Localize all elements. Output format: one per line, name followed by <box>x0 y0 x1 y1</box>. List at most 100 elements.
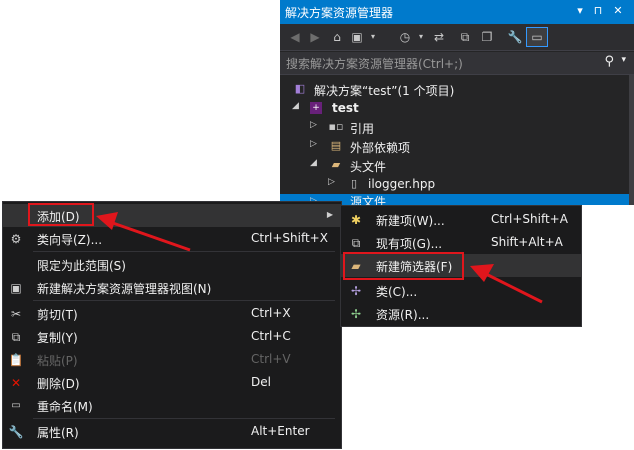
expand-arrow-icon[interactable]: ▷ <box>328 177 338 187</box>
filter-folder-icon: ▰ <box>331 158 341 171</box>
menu-item-label: 新建解决方案资源管理器视图(N) <box>37 282 212 296</box>
search-options-dropdown-icon[interactable]: ▾ <box>621 55 626 65</box>
tree-node-header-files[interactable]: ◢ ▰ 头文件 <box>280 156 629 175</box>
menu-item-label: 粘贴(P) <box>37 354 78 368</box>
filter-dropdown-icon[interactable]: ▾ <box>412 28 430 46</box>
menu-item-copy[interactable]: ⧉ 复制(Y) Ctrl+C <box>3 325 341 348</box>
submenu-item-resource[interactable]: ✢ 资源(R)... <box>341 302 581 325</box>
show-all-files-icon[interactable]: ❐ <box>478 28 496 46</box>
menu-item-scope-to-this[interactable]: 限定为此范围(S) <box>3 253 341 276</box>
wrench-icon: 🔧 <box>8 425 24 439</box>
menu-separator <box>33 251 335 252</box>
preview-selected-items-icon[interactable]: ▭ <box>526 27 548 47</box>
external-dependencies-icon: ▤ <box>330 139 342 152</box>
watermark: CSDN @爱听歌的周童鞋 <box>439 422 618 441</box>
tree-node-label: 源文件 <box>350 195 387 205</box>
collapse-arrow-icon[interactable]: ◢ <box>310 158 320 168</box>
submenu-item-label: 现有项(G)... <box>376 237 443 251</box>
menu-item-label: 删除(D) <box>37 377 80 391</box>
existing-item-icon: ⧉ <box>351 236 361 250</box>
menu-item-delete[interactable]: ✕ 删除(D) Del <box>3 371 341 394</box>
class-wizard-icon: ⚙ <box>10 232 22 246</box>
menu-separator <box>33 300 335 301</box>
menu-item-class-wizard[interactable]: ⚙ 类向导(Z)... Ctrl+Shift+X <box>3 227 341 250</box>
scissors-icon: ✂ <box>10 307 22 321</box>
back-icon[interactable]: ◀ <box>286 28 304 46</box>
solution-icon: ◧ <box>294 82 306 95</box>
properties-wrench-icon[interactable]: 🔧 <box>506 28 524 46</box>
tree-node-solution[interactable]: ◧ 解决方案“test”(1 个项目) <box>280 80 629 99</box>
tree-node-label: ilogger.hpp <box>368 177 436 191</box>
class-icon: ✢ <box>350 284 362 298</box>
solution-explorer-titlebar: 解决方案资源管理器 ▾ ⊓ ✕ <box>280 0 634 24</box>
scrollbar[interactable] <box>629 75 634 205</box>
menu-item-rename[interactable]: ▭ 重命名(M) <box>3 394 341 417</box>
solution-explorer-search[interactable]: 搜索解决方案资源管理器(Ctrl+;) ⚲ ▾ <box>280 52 634 75</box>
header-file-icon: ▯ <box>350 177 358 190</box>
solution-explorer-title: 解决方案资源管理器 <box>285 6 394 20</box>
rename-icon: ▭ <box>11 400 21 411</box>
menu-item-cut[interactable]: ✂ 剪切(T) Ctrl+X <box>3 302 341 325</box>
menu-item-shortcut: Alt+Enter <box>251 424 310 438</box>
tree-node-label: 解决方案“test”(1 个项目) <box>314 84 455 98</box>
menu-item-label: 剪切(T) <box>37 308 78 322</box>
copy-icon: ⧉ <box>11 330 21 344</box>
menu-item-label: 属性(R) <box>37 426 79 440</box>
submenu-item-label: 新建项(W)... <box>376 214 445 228</box>
submenu-item-label: 类(C)... <box>376 285 418 299</box>
menu-item-paste[interactable]: 📋 粘贴(P) Ctrl+V <box>3 348 341 371</box>
paste-icon: 📋 <box>8 353 24 367</box>
highlight-box-new-filter <box>343 252 464 280</box>
submenu-item-label: 资源(R)... <box>376 308 430 322</box>
resource-icon: ✢ <box>350 307 362 321</box>
menu-item-label: 复制(Y) <box>37 331 78 345</box>
sync-icon[interactable]: ⇄ <box>430 28 448 46</box>
tree-node-label: test <box>332 101 359 115</box>
tree-node-project[interactable]: ◢ + test <box>280 99 629 118</box>
highlight-box-add <box>28 203 94 226</box>
menu-item-shortcut: Ctrl+V <box>251 352 291 366</box>
new-item-icon: ✱ <box>350 213 362 227</box>
submenu-item-shortcut: Ctrl+Shift+A <box>491 212 568 226</box>
tree-node-label: 头文件 <box>350 160 387 174</box>
menu-item-shortcut: Ctrl+Shift+X <box>251 231 328 245</box>
references-icon: ▪▫ <box>328 120 344 133</box>
home-icon[interactable]: ⌂ <box>328 28 346 46</box>
search-input[interactable]: 搜索解决方案资源管理器(Ctrl+;) <box>286 55 463 72</box>
tree-node-label: 引用 <box>350 122 375 136</box>
menu-item-new-explorer-view[interactable]: ▣ 新建解决方案资源管理器视图(N) <box>3 276 341 299</box>
search-icon[interactable]: ⚲ <box>604 54 614 69</box>
menu-item-label: 限定为此范围(S) <box>37 259 126 273</box>
expand-arrow-icon[interactable]: ▷ <box>310 139 320 149</box>
menu-item-properties[interactable]: 🔧 属性(R) Alt+Enter <box>3 420 341 443</box>
pin-icon[interactable]: ⊓ <box>590 3 606 19</box>
submenu-item-existing-item[interactable]: ⧉ 现有项(G)... Shift+Alt+A <box>341 231 581 254</box>
submenu-arrow-icon: ▶ <box>326 210 333 219</box>
switch-views-dropdown-icon[interactable]: ▾ <box>364 28 382 46</box>
collapse-arrow-icon[interactable]: ◢ <box>292 101 302 111</box>
expand-arrow-icon[interactable]: ▷ <box>310 120 320 130</box>
tree-node-ilogger-hpp[interactable]: ▷ ▯ ilogger.hpp <box>280 175 629 194</box>
menu-separator <box>33 418 335 419</box>
tree-node-references[interactable]: ▷ ▪▫ 引用 <box>280 118 629 137</box>
tree-node-label: 外部依赖项 <box>350 141 411 155</box>
context-menu: 添加(D) ▶ ⚙ 类向导(Z)... Ctrl+Shift+X 限定为此范围(… <box>2 201 342 449</box>
close-icon[interactable]: ✕ <box>610 3 626 19</box>
menu-item-label: 重命名(M) <box>37 400 93 414</box>
forward-icon[interactable]: ▶ <box>306 28 324 46</box>
collapse-all-icon[interactable]: ⧉ <box>456 28 474 46</box>
new-view-icon: ▣ <box>10 281 22 295</box>
submenu-item-new-item[interactable]: ✱ 新建项(W)... Ctrl+Shift+A <box>341 208 581 231</box>
menu-item-shortcut: Ctrl+C <box>251 329 291 343</box>
solution-explorer-panel: 解决方案资源管理器 ▾ ⊓ ✕ ◀ ▶ ⌂ ▣ ▾ ◷ ▾ ⇄ ⧉ ❐ 🔧 ▭ … <box>280 0 634 205</box>
submenu-item-class[interactable]: ✢ 类(C)... <box>341 279 581 302</box>
delete-x-icon: ✕ <box>10 376 22 390</box>
tree-node-external-dependencies[interactable]: ▷ ▤ 外部依赖项 <box>280 137 629 156</box>
cpp-project-icon: + <box>310 102 322 114</box>
menu-item-label: 类向导(Z)... <box>37 233 103 247</box>
menu-item-shortcut: Del <box>251 375 271 389</box>
window-dropdown-icon[interactable]: ▾ <box>572 3 588 19</box>
submenu-item-shortcut: Shift+Alt+A <box>491 235 563 249</box>
menu-item-shortcut: Ctrl+X <box>251 306 291 320</box>
solution-explorer-toolbar: ◀ ▶ ⌂ ▣ ▾ ◷ ▾ ⇄ ⧉ ❐ 🔧 ▭ <box>280 24 634 51</box>
